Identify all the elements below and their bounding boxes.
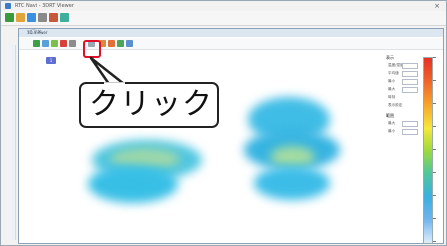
app-icon bbox=[5, 3, 11, 9]
panel-label-4: 最大 bbox=[388, 87, 396, 91]
panel-section-range: 範囲 bbox=[386, 113, 394, 118]
edit-icon[interactable] bbox=[38, 13, 47, 22]
panel-range-max-field[interactable] bbox=[402, 121, 418, 127]
grid-icon[interactable] bbox=[117, 40, 124, 47]
highlighted-toolbar-button[interactable] bbox=[83, 40, 101, 58]
heat-blob-left-bottom bbox=[88, 165, 178, 203]
settings-panel: 表示 温度/湿度 平均値 最小 最大 時刻 表示設定 範囲 最大 最小 bbox=[386, 55, 418, 215]
panel-field-2[interactable] bbox=[402, 71, 418, 77]
panel-field-3[interactable] bbox=[402, 79, 418, 85]
app-titlebar: RTC Navi - 3DRT Viewer × bbox=[1, 1, 446, 11]
left-sidebar bbox=[10, 45, 16, 240]
panel-range-max-label: 最大 bbox=[388, 121, 396, 125]
color-scale-ticks bbox=[433, 57, 439, 242]
viewer-titlebar: 3D Viewer – □ × bbox=[19, 29, 443, 37]
panel-label-6: 表示設定 bbox=[388, 103, 403, 107]
viewer-window: 3D Viewer – □ × bbox=[18, 28, 444, 244]
export-icon[interactable] bbox=[126, 40, 133, 47]
app-title: RTC Navi - 3DRT Viewer bbox=[15, 3, 74, 9]
save-icon[interactable] bbox=[69, 40, 76, 47]
chart-icon[interactable] bbox=[108, 40, 115, 47]
heat-blob-right-core bbox=[270, 146, 315, 168]
panel-range-min-label: 最小 bbox=[388, 129, 396, 133]
panel-label-5: 時刻 bbox=[388, 95, 396, 99]
color-scale-bar bbox=[423, 57, 433, 244]
panel-field-1[interactable] bbox=[402, 63, 418, 69]
panel-field-4[interactable] bbox=[402, 87, 418, 93]
viewer-window-controls[interactable]: – □ × bbox=[27, 29, 439, 35]
layer-icon[interactable] bbox=[42, 40, 49, 47]
help-icon[interactable] bbox=[60, 13, 69, 22]
red-icon[interactable] bbox=[60, 40, 67, 47]
grid-icon[interactable] bbox=[27, 13, 36, 22]
heat-blob-right-bottom bbox=[254, 166, 330, 200]
panel-label-2: 平均値 bbox=[388, 71, 399, 75]
main-toolbar bbox=[1, 11, 446, 26]
click-callout: クリック bbox=[79, 82, 219, 128]
open-icon[interactable] bbox=[16, 13, 25, 22]
panel-label-3: 最小 bbox=[388, 79, 396, 83]
panel-range-min-field[interactable] bbox=[402, 129, 418, 135]
app-close-button[interactable]: × bbox=[434, 2, 440, 10]
callout-text: クリック bbox=[89, 87, 213, 122]
green-cube-icon[interactable] bbox=[33, 40, 40, 47]
rotate-icon[interactable] bbox=[51, 40, 58, 47]
layer-tag[interactable]: 1 bbox=[46, 57, 56, 64]
save-icon[interactable] bbox=[5, 13, 14, 22]
tools-icon[interactable] bbox=[49, 13, 58, 22]
panel-section-display: 表示 bbox=[386, 55, 394, 60]
